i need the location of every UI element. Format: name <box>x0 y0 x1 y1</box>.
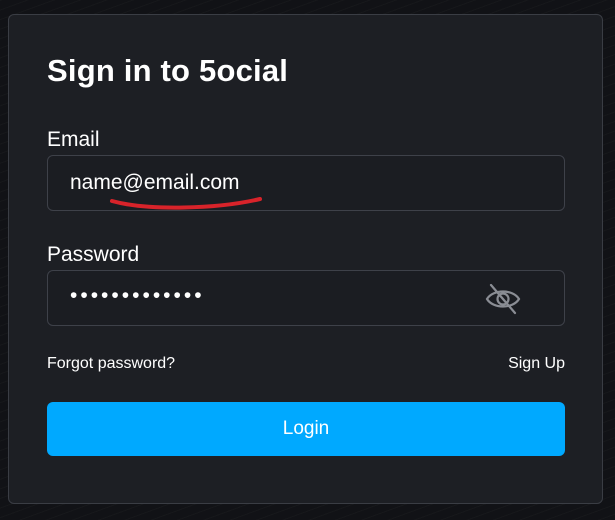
sign-up-link[interactable]: Sign Up <box>508 355 565 373</box>
email-label: Email <box>47 128 100 151</box>
forgot-password-link[interactable]: Forgot password? <box>47 355 175 373</box>
password-label: Password <box>47 243 140 266</box>
password-value[interactable]: ••••••••••••• <box>70 284 205 308</box>
red-underline-annotation <box>110 197 262 210</box>
email-value[interactable]: name@email.com <box>70 171 240 195</box>
login-button[interactable]: Login <box>47 402 565 456</box>
email-field[interactable]: name@email.com <box>47 155 565 211</box>
page-title: Sign in to 5ocial <box>47 53 289 88</box>
login-card: Sign in to 5ocial Email name@email.com P… <box>8 14 603 504</box>
eye-slash-icon[interactable] <box>484 282 522 316</box>
password-field[interactable]: ••••••••••••• <box>47 270 565 326</box>
